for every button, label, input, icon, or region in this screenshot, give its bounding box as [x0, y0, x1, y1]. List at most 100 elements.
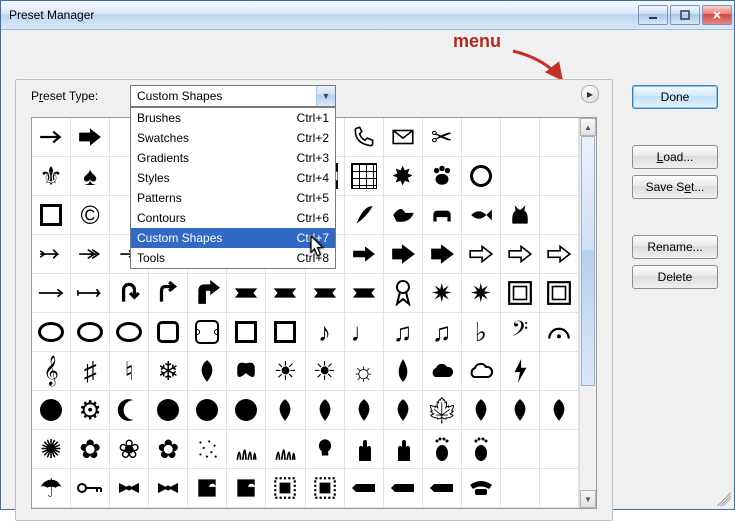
- shape-rounded-square[interactable]: [149, 313, 188, 352]
- shape-arrow-big[interactable]: [384, 235, 423, 274]
- shape-puzzle[interactable]: [227, 469, 266, 508]
- shape-stamp[interactable]: [306, 469, 345, 508]
- shape-flower-outline[interactable]: ❀: [110, 430, 149, 469]
- shape-leaf[interactable]: [462, 391, 501, 430]
- shape-leaf[interactable]: [188, 352, 227, 391]
- shape-seal[interactable]: ✷: [423, 274, 462, 313]
- dropdown-item-gradients[interactable]: GradientsCtrl+3: [131, 148, 335, 168]
- shape-square-outline[interactable]: [266, 313, 305, 352]
- shape-copyright[interactable]: ©: [71, 196, 110, 235]
- flyout-menu-button[interactable]: ▶: [581, 85, 599, 103]
- shape-blank[interactable]: [501, 430, 540, 469]
- shape-puzzle[interactable]: [188, 469, 227, 508]
- dropdown-item-brushes[interactable]: BrushesCtrl+1: [131, 108, 335, 128]
- close-button[interactable]: [702, 5, 732, 25]
- shape-beamed-notes[interactable]: ♫: [423, 313, 462, 352]
- shape-crescent[interactable]: [110, 391, 149, 430]
- shape-hand[interactable]: [345, 430, 384, 469]
- shape-blank[interactable]: [540, 352, 579, 391]
- dropdown-item-contours[interactable]: ContoursCtrl+6: [131, 208, 335, 228]
- shape-square-outline[interactable]: [32, 196, 71, 235]
- shape-foot[interactable]: [423, 430, 462, 469]
- shape-arrow-big[interactable]: [423, 235, 462, 274]
- shape-cloud[interactable]: [423, 352, 462, 391]
- shape-blob[interactable]: [227, 391, 266, 430]
- shape-empty[interactable]: [501, 157, 540, 196]
- shape-natural[interactable]: ♮: [110, 352, 149, 391]
- minimize-button[interactable]: [638, 5, 668, 25]
- shape-turn-right[interactable]: [149, 274, 188, 313]
- shape-empty[interactable]: [501, 118, 540, 157]
- shape-seal[interactable]: ✷: [462, 274, 501, 313]
- shape-butterfly[interactable]: [227, 352, 266, 391]
- shape-beamed-notes[interactable]: ♫: [384, 313, 423, 352]
- shape-pencil[interactable]: [384, 469, 423, 508]
- shape-turn-right-bold[interactable]: [188, 274, 227, 313]
- shape-grid[interactable]: [345, 157, 384, 196]
- shape-bow[interactable]: [110, 469, 149, 508]
- preset-type-dropdown-list[interactable]: BrushesCtrl+1SwatchesCtrl+2GradientsCtrl…: [130, 107, 336, 269]
- shape-blank[interactable]: [540, 430, 579, 469]
- shape-circle-outline[interactable]: [462, 157, 501, 196]
- shape-pencil[interactable]: [345, 469, 384, 508]
- shape-empty[interactable]: [462, 118, 501, 157]
- shape-arrow-hollow[interactable]: [540, 235, 579, 274]
- shape-arrow-bold-right[interactable]: [71, 118, 110, 157]
- shape-blob[interactable]: [149, 391, 188, 430]
- delete-button[interactable]: Delete: [632, 265, 718, 289]
- shape-flower[interactable]: ✿: [149, 430, 188, 469]
- shape-arrow-thin-right[interactable]: [32, 118, 71, 157]
- shape-blank[interactable]: [501, 469, 540, 508]
- shape-oval-outline[interactable]: [32, 313, 71, 352]
- scroll-track[interactable]: [580, 136, 596, 490]
- scroll-up-button[interactable]: ▲: [580, 118, 596, 136]
- shape-umbrella[interactable]: ☂: [32, 469, 71, 508]
- shape-maple-leaf[interactable]: 🍁︎: [423, 391, 462, 430]
- shape-cat[interactable]: [501, 196, 540, 235]
- shape-dog[interactable]: [423, 196, 462, 235]
- shape-sunburst[interactable]: ☀: [266, 352, 305, 391]
- load-button[interactable]: Load...: [632, 145, 718, 169]
- shape-ribbon[interactable]: [384, 274, 423, 313]
- scroll-thumb[interactable]: [581, 136, 595, 386]
- shape-lightning[interactable]: [501, 352, 540, 391]
- shape-snowflake[interactable]: ❄: [149, 352, 188, 391]
- shape-leaf[interactable]: [345, 391, 384, 430]
- shape-eighth-note[interactable]: ♪: [306, 313, 345, 352]
- shape-grass[interactable]: [266, 430, 305, 469]
- shape-fleur-de-lis[interactable]: ⚜: [32, 157, 71, 196]
- shape-lightbulb[interactable]: [306, 430, 345, 469]
- dropdown-item-styles[interactable]: StylesCtrl+4: [131, 168, 335, 188]
- shape-bird[interactable]: [384, 196, 423, 235]
- shape-arrow-block[interactable]: [345, 235, 384, 274]
- shape-drop[interactable]: [384, 352, 423, 391]
- shape-wavy-square[interactable]: [188, 313, 227, 352]
- shape-feather[interactable]: [345, 196, 384, 235]
- shape-grass[interactable]: [227, 430, 266, 469]
- shape-bow[interactable]: [149, 469, 188, 508]
- shape-dots[interactable]: [188, 430, 227, 469]
- shape-oval-outline[interactable]: [110, 313, 149, 352]
- shape-starburst[interactable]: ✸: [384, 157, 423, 196]
- shape-banner[interactable]: [266, 274, 305, 313]
- shape-paw[interactable]: [423, 157, 462, 196]
- maximize-button[interactable]: [670, 5, 700, 25]
- shape-envelope[interactable]: [384, 118, 423, 157]
- shape-quarter-note[interactable]: ♩: [345, 313, 384, 352]
- scrollbar[interactable]: ▲ ▼: [579, 118, 596, 508]
- shape-key[interactable]: [71, 469, 110, 508]
- shape-leaf[interactable]: [306, 391, 345, 430]
- shape-fish[interactable]: [462, 196, 501, 235]
- resize-grip[interactable]: [717, 492, 731, 506]
- dropdown-item-tools[interactable]: ToolsCtrl+8: [131, 248, 335, 268]
- shape-blob[interactable]: [188, 391, 227, 430]
- shape-burst[interactable]: ✺: [32, 430, 71, 469]
- shape-leaf[interactable]: [501, 391, 540, 430]
- save-set-button[interactable]: Save Set...: [632, 175, 718, 199]
- shape-spade[interactable]: ♠: [71, 157, 110, 196]
- shape-blank[interactable]: [540, 469, 579, 508]
- shape-u-turn[interactable]: [110, 274, 149, 313]
- shape-sharp[interactable]: ♯: [71, 352, 110, 391]
- shape-stamp[interactable]: [266, 469, 305, 508]
- shape-banner[interactable]: [306, 274, 345, 313]
